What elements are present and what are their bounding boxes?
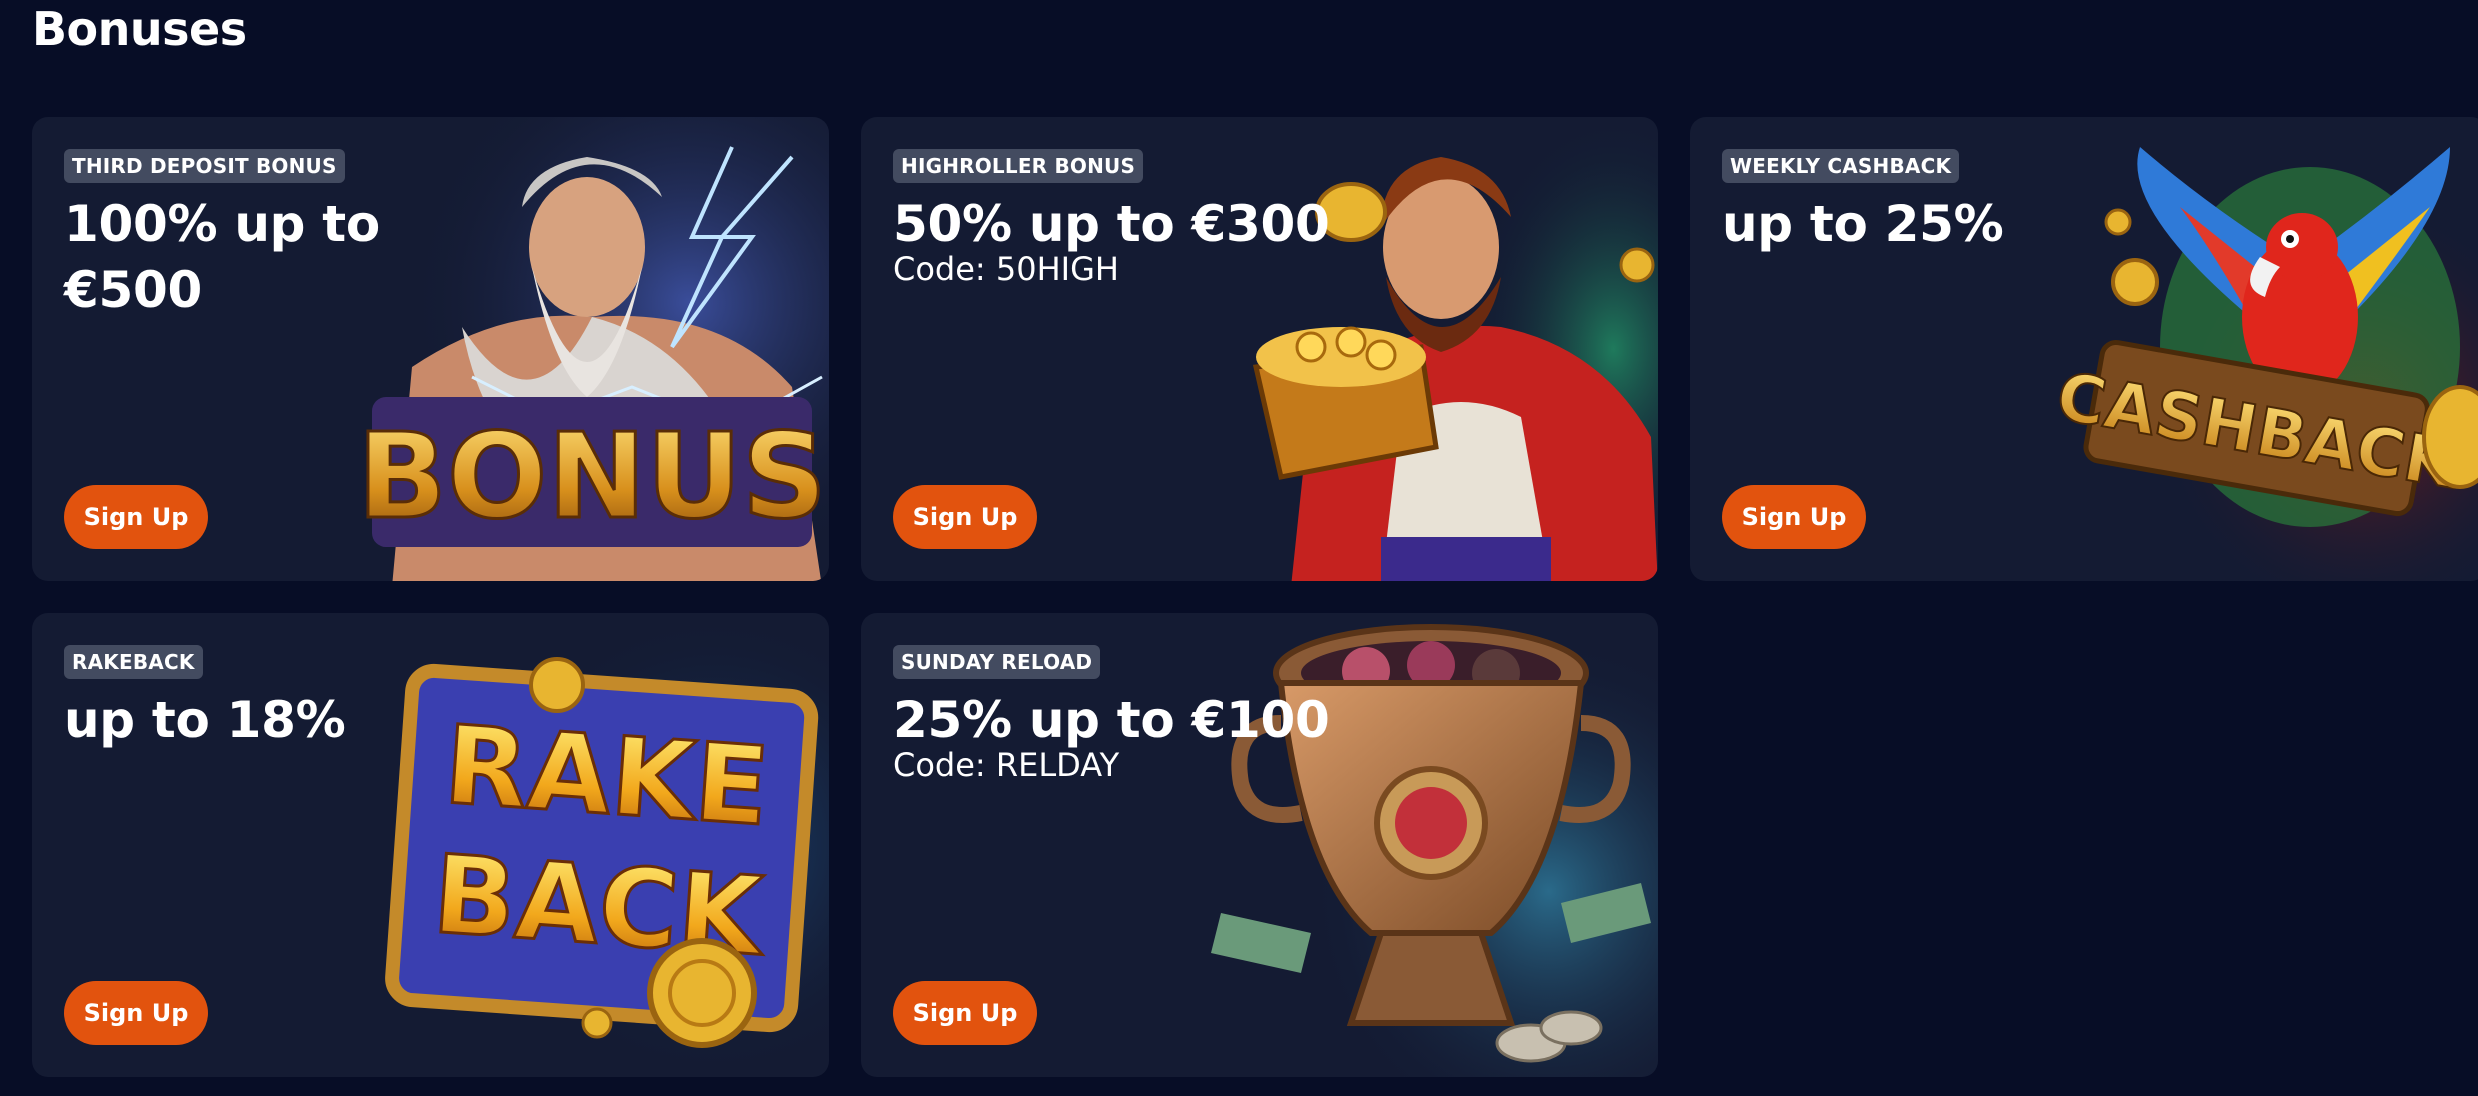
bonus-card-third-deposit: BONUS THIRD DEPOSIT BONUS 100% up to €50…	[32, 117, 829, 581]
sign-up-button[interactable]: Sign Up	[893, 981, 1037, 1045]
sign-up-button[interactable]: Sign Up	[893, 485, 1037, 549]
bonus-card-rakeback: RAKE BACK RAKEBACK up to 18% Sign Up	[32, 613, 829, 1077]
bonus-headline: up to 18%	[64, 691, 346, 749]
bonus-badge: RAKEBACK	[64, 645, 203, 679]
bonus-badge: THIRD DEPOSIT BONUS	[64, 149, 345, 183]
page-title: Bonuses	[32, 2, 247, 56]
sign-up-button[interactable]: Sign Up	[64, 485, 208, 549]
bonus-headline: 25% up to €100	[893, 691, 1330, 749]
promo-code: Code: RELDAY	[893, 746, 1120, 784]
promo-code: Code: 50HIGH	[893, 250, 1119, 288]
bonus-badge: HIGHROLLER BONUS	[893, 149, 1144, 183]
bonus-card-highroller: HIGHROLLER BONUS 50% up to €300 Code: 50…	[861, 117, 1658, 581]
sign-up-button[interactable]: Sign Up	[64, 981, 208, 1045]
bonus-card-weekly-cashback: CASHBACK WEEKLY CASHBACK up to 25% Sign …	[1690, 117, 2478, 581]
svg-text:BONUS: BONUS	[357, 407, 827, 545]
bonus-grid: BONUS THIRD DEPOSIT BONUS 100% up to €50…	[32, 117, 2478, 1077]
bonus-headline: up to 25%	[1722, 195, 2004, 253]
bonus-badge: WEEKLY CASHBACK	[1722, 149, 1960, 183]
bonus-headline: 100% up to €500	[64, 195, 380, 319]
bonus-card-sunday-reload: SUNDAY RELOAD 25% up to €100 Code: RELDA…	[861, 613, 1658, 1077]
bonus-headline: 50% up to €300	[893, 195, 1330, 253]
sign-up-button[interactable]: Sign Up	[1722, 485, 1866, 549]
bonus-badge: SUNDAY RELOAD	[893, 645, 1101, 679]
